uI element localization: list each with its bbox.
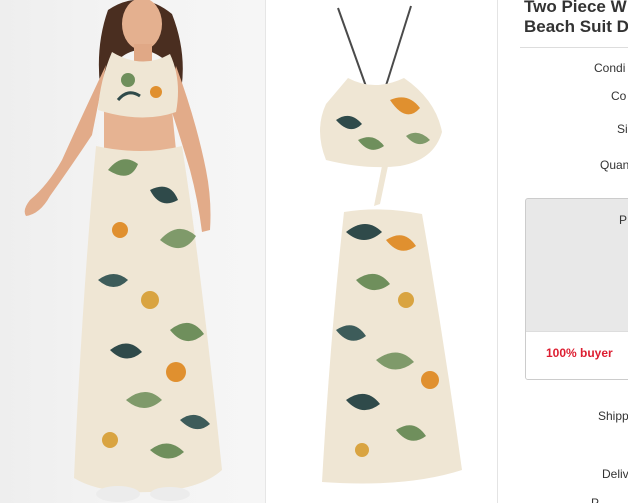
quantity-label: Quan xyxy=(600,158,628,172)
model-wearing-outfit-illustration xyxy=(24,0,222,502)
listing-title: Two Piece W Beach Suit D xyxy=(524,0,628,37)
title-divider xyxy=(520,47,628,48)
buyer-guarantee[interactable]: 100% buyer xyxy=(526,331,628,379)
color-label: Co xyxy=(611,89,627,103)
shipping-label: Shipp xyxy=(598,409,628,423)
buyer-guarantee-text: 100% buyer xyxy=(546,346,613,360)
size-label: Si xyxy=(617,122,628,136)
listing-title-line-1: Two Piece W xyxy=(524,0,627,16)
delivery-label: Deliv xyxy=(602,467,628,481)
flat-lay-outfit-illustration xyxy=(320,5,462,484)
product-photo-model[interactable] xyxy=(0,0,266,503)
listing-details-panel: Two Piece W Beach Suit D Condi Co Si Qua… xyxy=(520,0,628,503)
listing-title-line-2: Beach Suit D xyxy=(524,17,628,36)
condition-label: Condi xyxy=(594,61,626,75)
price-label: P xyxy=(619,213,628,227)
product-photo-flat-lay[interactable] xyxy=(266,0,498,503)
product-image-gallery[interactable] xyxy=(0,0,518,503)
payments-label: P xyxy=(591,496,600,503)
purchase-box: P 100% buyer xyxy=(525,198,628,380)
gallery-divider xyxy=(497,0,498,503)
